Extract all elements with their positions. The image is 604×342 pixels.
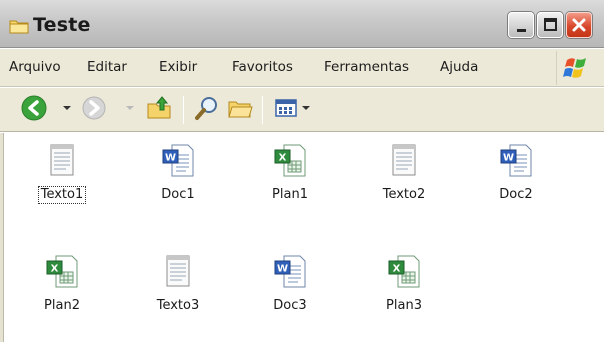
toolbar [0,88,604,132]
file-name-label: Doc2 [499,187,533,202]
search-icon[interactable] [193,94,221,122]
views-icon[interactable] [273,94,301,122]
menu-bar: Arquivo Editar Exibir Favoritos Ferramen… [0,49,604,87]
menu-item-ajuda[interactable]: Ajuda [440,59,478,75]
text-document-icon [50,144,74,176]
file-item[interactable]: X Plan2 [17,252,107,314]
file-item[interactable]: X Plan3 [359,252,449,314]
file-item[interactable]: W Doc1 [133,141,223,203]
title-bar[interactable]: Teste [0,0,604,48]
forward-dropdown-icon[interactable] [126,106,134,110]
file-name-label: Plan1 [272,187,308,202]
back-icon[interactable] [20,94,48,122]
svg-text:X: X [393,264,401,275]
excel-spreadsheet-icon: X [388,255,420,288]
menu-item-editar[interactable]: Editar [87,59,127,75]
file-item[interactable]: W Doc3 [245,252,335,314]
forward-icon[interactable] [80,94,108,122]
word-document-icon: W [162,144,194,177]
text-document-icon [166,255,190,287]
excel-spreadsheet-icon: X [274,144,306,177]
maximize-icon [544,18,557,31]
menu-item-exibir[interactable]: Exibir [159,59,197,75]
svg-text:W: W [503,153,514,164]
window-title: Teste [33,14,91,36]
file-item[interactable]: W Doc2 [471,141,561,203]
folders-icon[interactable] [226,94,254,122]
file-name-label: Doc1 [161,187,195,202]
svg-text:W: W [277,264,288,275]
file-name-label: Plan3 [386,298,422,313]
file-name-label: Doc3 [273,298,307,313]
text-document-icon [392,144,416,176]
file-name-label: Texto2 [382,187,426,202]
folder-icon [9,20,29,34]
file-item[interactable]: Texto2 [359,141,449,203]
toolbar-separator [262,96,263,124]
window-left-border [0,133,4,342]
minimize-button[interactable] [508,12,534,38]
excel-spreadsheet-icon: X [46,255,78,288]
file-name-label: Texto3 [156,298,200,313]
minimize-icon [517,29,526,32]
maximize-button[interactable] [537,12,563,38]
menu-item-favoritos[interactable]: Favoritos [232,59,293,75]
file-item[interactable]: Texto3 [133,252,223,314]
file-name-label: Plan2 [44,298,80,313]
up-folder-icon[interactable] [145,94,173,122]
windows-logo [556,51,596,85]
word-document-icon: W [274,255,306,288]
file-item[interactable]: Texto1 [17,141,107,204]
toolbar-separator [183,96,184,124]
file-item[interactable]: X Plan1 [245,141,335,203]
svg-text:W: W [165,153,176,164]
word-document-icon: W [500,144,532,177]
close-button[interactable] [566,12,592,38]
menu-item-arquivo[interactable]: Arquivo [9,59,61,75]
menu-item-ferramentas[interactable]: Ferramentas [324,59,409,75]
close-icon [572,18,586,32]
views-dropdown-icon[interactable] [302,106,310,110]
svg-text:X: X [51,264,59,275]
svg-text:X: X [279,153,287,164]
file-name-label: Texto1 [37,186,87,204]
back-dropdown-icon[interactable] [63,106,71,110]
